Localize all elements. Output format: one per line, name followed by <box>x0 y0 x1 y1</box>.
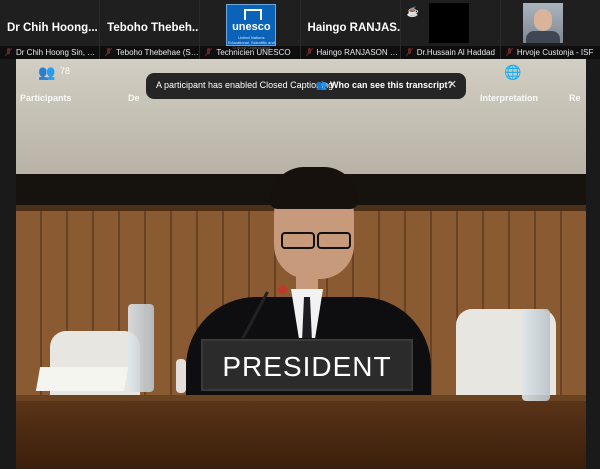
water-bottle <box>128 304 154 392</box>
closed-captioning-notification: A participant has enabled Closed Caption… <box>146 73 466 99</box>
participant-tile[interactable]: Haingo RANJAS... Haingo RANJASON - ... <box>300 0 401 59</box>
participant-tile[interactable]: Teboho Thebeh... Teboho Thebehae (Sou... <box>100 0 201 59</box>
participant-tile[interactable]: unesco United Nations Educational, Scien… <box>200 0 301 59</box>
microphone-icon <box>278 285 287 294</box>
small-bottle <box>176 359 186 393</box>
participant-caption: Haingo RANJASON - ... <box>300 46 400 59</box>
participant-caption: Dr.Hussain Al Haddad <box>400 46 500 59</box>
participant-tile[interactable]: ☕ Dr.Hussain Al Haddad <box>400 0 501 59</box>
participant-avatar <box>522 3 563 43</box>
paper-sheet <box>35 367 129 391</box>
participants-label: Participants <box>20 93 72 103</box>
globe-icon: 🌐 <box>504 64 522 80</box>
unesco-logo: unesco United Nations Educational, Scien… <box>226 4 277 50</box>
glasses <box>279 232 351 249</box>
participant-caption: Teboho Thebehae (Sou... <box>100 46 200 59</box>
notification-message: A participant has enabled Closed Caption… <box>156 80 334 90</box>
participant-count: 78 <box>60 66 71 76</box>
participant-display-name: Dr Chih Hoong... <box>7 22 98 34</box>
desk <box>16 401 586 469</box>
interpretation-label: Interpretation <box>480 93 539 103</box>
participant-display-name: Teboho Thebeh... <box>107 22 201 34</box>
video-off-thumbnail <box>428 3 469 43</box>
participant-strip: Dr Chih Hoong... Dr Chih Hoong Sin, UK..… <box>0 0 600 59</box>
participant-caption: Technicien UNESCO <box>200 46 300 59</box>
water-bottle <box>522 309 550 401</box>
participant-tile[interactable]: Dr Chih Hoong... Dr Chih Hoong Sin, UK..… <box>0 0 101 59</box>
screen-label: De <box>128 93 140 103</box>
participant-display-name: Haingo RANJAS... <box>307 22 401 34</box>
coffee-cup-icon: ☕ <box>406 7 420 18</box>
people-icon: 👥 <box>316 80 328 90</box>
main-speaker-video[interactable]: 👥 78 Participants De 🌐 Interpretation Re… <box>16 59 586 469</box>
participant-tile[interactable]: Hrvoje Custonja - ISF <box>500 0 600 59</box>
nameplate-text: PRESIDENT <box>222 351 392 382</box>
transcript-visibility-link[interactable]: Who can see this transcript? <box>330 80 453 90</box>
unesco-logo-text: unesco <box>232 21 271 33</box>
president-nameplate: PRESIDENT <box>200 338 414 392</box>
close-icon[interactable]: ✕ <box>448 78 457 91</box>
participants-icon: 👥 <box>38 64 56 80</box>
participant-caption: Dr Chih Hoong Sin, UK... <box>0 46 100 59</box>
participant-caption: Hrvoje Custonja - ISF <box>500 46 600 59</box>
screen-label: Re <box>569 93 581 103</box>
speaker-hair <box>270 167 358 209</box>
